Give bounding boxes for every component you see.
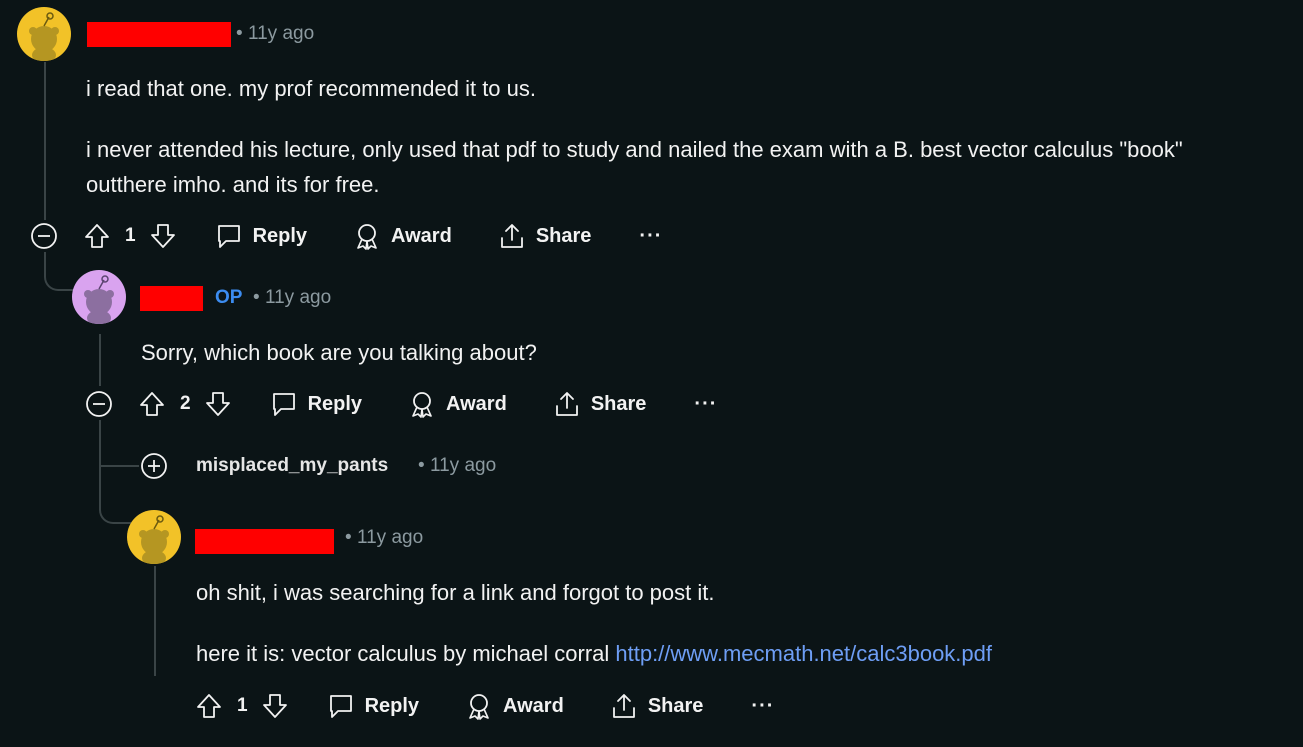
- downvote-icon: [205, 392, 230, 416]
- share-icon: [500, 224, 523, 248]
- comment-icon: [272, 393, 295, 416]
- action-bar: 2 Reply Award Share ···: [85, 384, 717, 424]
- collapse-button[interactable]: [30, 222, 58, 250]
- comment-meta: • 11y ago: [236, 23, 314, 45]
- award-label: Award: [391, 224, 452, 247]
- downvote-button[interactable]: [149, 222, 177, 250]
- award-label: Award: [503, 694, 564, 717]
- upvote-button[interactable]: [83, 222, 111, 250]
- reply-button[interactable]: Reply: [327, 692, 419, 720]
- timestamp[interactable]: 11y ago: [357, 527, 423, 548]
- redacted-username: [195, 529, 334, 554]
- thread-branch-2a-h: [101, 465, 139, 467]
- award-icon: [469, 694, 489, 720]
- meta-separator: •: [418, 455, 425, 476]
- thread-branch-1: [44, 252, 76, 291]
- downvote-icon: [262, 694, 287, 718]
- share-button[interactable]: Share: [553, 390, 647, 418]
- thread-line-3: [154, 566, 156, 676]
- op-badge: OP: [215, 287, 243, 308]
- comment-paragraph: outthere imho. and its for free.: [86, 172, 380, 197]
- avatar[interactable]: [17, 7, 71, 61]
- more-icon[interactable]: ···: [751, 695, 774, 718]
- redacted-username: [140, 286, 203, 311]
- thread-branch-2a: [99, 422, 137, 466]
- timestamp[interactable]: 11y ago: [248, 23, 314, 44]
- collapse-icon: [86, 391, 112, 417]
- expand-icon: [141, 453, 167, 479]
- snoo-avatar-icon: [29, 12, 59, 61]
- avatar[interactable]: [72, 270, 126, 324]
- more-icon[interactable]: ···: [639, 225, 662, 248]
- collapse-button[interactable]: [85, 390, 113, 418]
- award-icon: [357, 224, 377, 250]
- meta-separator: •: [253, 287, 260, 308]
- snoo-avatar-icon: [84, 275, 114, 324]
- username[interactable]: misplaced_my_pants: [196, 455, 388, 477]
- award-button[interactable]: Award: [465, 692, 564, 720]
- meta-separator: •: [236, 23, 243, 44]
- upvote-icon: [85, 224, 109, 248]
- comment-icon: [329, 695, 352, 718]
- comment-meta: • 11y ago: [418, 455, 496, 477]
- comment-paragraph: oh shit, i was searching for a link and …: [196, 580, 715, 605]
- comment-paragraph: i never attended his lecture, only used …: [86, 137, 1183, 162]
- share-label: Share: [590, 392, 647, 415]
- thread-line-1: [44, 62, 46, 220]
- comment-meta: • 11y ago: [253, 287, 331, 309]
- share-label: Share: [647, 694, 704, 717]
- comment-paragraph: i read that one. my prof recommended it …: [86, 76, 537, 101]
- collapse-icon: [31, 223, 57, 249]
- comment-paragraph: here it is: vector calculus by michael c…: [196, 636, 992, 671]
- award-icon: [412, 392, 432, 418]
- reply-button[interactable]: Reply: [270, 390, 362, 418]
- timestamp[interactable]: 11y ago: [430, 455, 496, 476]
- pdf-link[interactable]: http://www.mecmath.net/calc3book.pdf: [615, 641, 992, 666]
- share-button[interactable]: Share: [498, 222, 592, 250]
- reply-button[interactable]: Reply: [215, 222, 307, 250]
- paragraph-text: here it is: vector calculus by michael c…: [196, 641, 616, 666]
- share-label: Share: [535, 224, 592, 247]
- comment-icon: [217, 225, 240, 248]
- action-bar: 1 Reply Award Share ···: [30, 216, 662, 256]
- expand-button[interactable]: [140, 452, 168, 480]
- upvote-button[interactable]: [138, 390, 166, 418]
- reply-label: Reply: [364, 694, 420, 717]
- reply-label: Reply: [307, 392, 363, 415]
- avatar[interactable]: [127, 510, 181, 564]
- upvote-icon: [197, 694, 221, 718]
- award-label: Award: [446, 392, 507, 415]
- share-icon: [612, 694, 635, 718]
- more-icon[interactable]: ···: [694, 393, 717, 416]
- upvote-icon: [140, 392, 164, 416]
- comment-paragraph: Sorry, which book are you talking about?: [141, 340, 537, 365]
- downvote-icon: [150, 224, 175, 248]
- upvote-button[interactable]: [195, 692, 223, 720]
- redacted-username: [87, 22, 231, 47]
- vote-count: 2: [180, 393, 191, 414]
- award-button[interactable]: Award: [353, 222, 452, 250]
- snoo-avatar-icon: [139, 515, 169, 564]
- share-button[interactable]: Share: [610, 692, 704, 720]
- vote-count: 1: [237, 695, 248, 716]
- vote-count: 1: [125, 225, 136, 246]
- reply-label: Reply: [252, 224, 308, 247]
- action-bar: 1 Reply Award Share ···: [195, 686, 774, 726]
- thread-branch-2b: [99, 480, 131, 524]
- share-icon: [555, 392, 578, 416]
- thread-line-2: [99, 334, 101, 386]
- downvote-button[interactable]: [261, 692, 289, 720]
- meta-separator: •: [345, 527, 352, 548]
- downvote-button[interactable]: [204, 390, 232, 418]
- award-button[interactable]: Award: [408, 390, 507, 418]
- comment-meta: • 11y ago: [345, 527, 423, 549]
- timestamp[interactable]: 11y ago: [265, 287, 331, 308]
